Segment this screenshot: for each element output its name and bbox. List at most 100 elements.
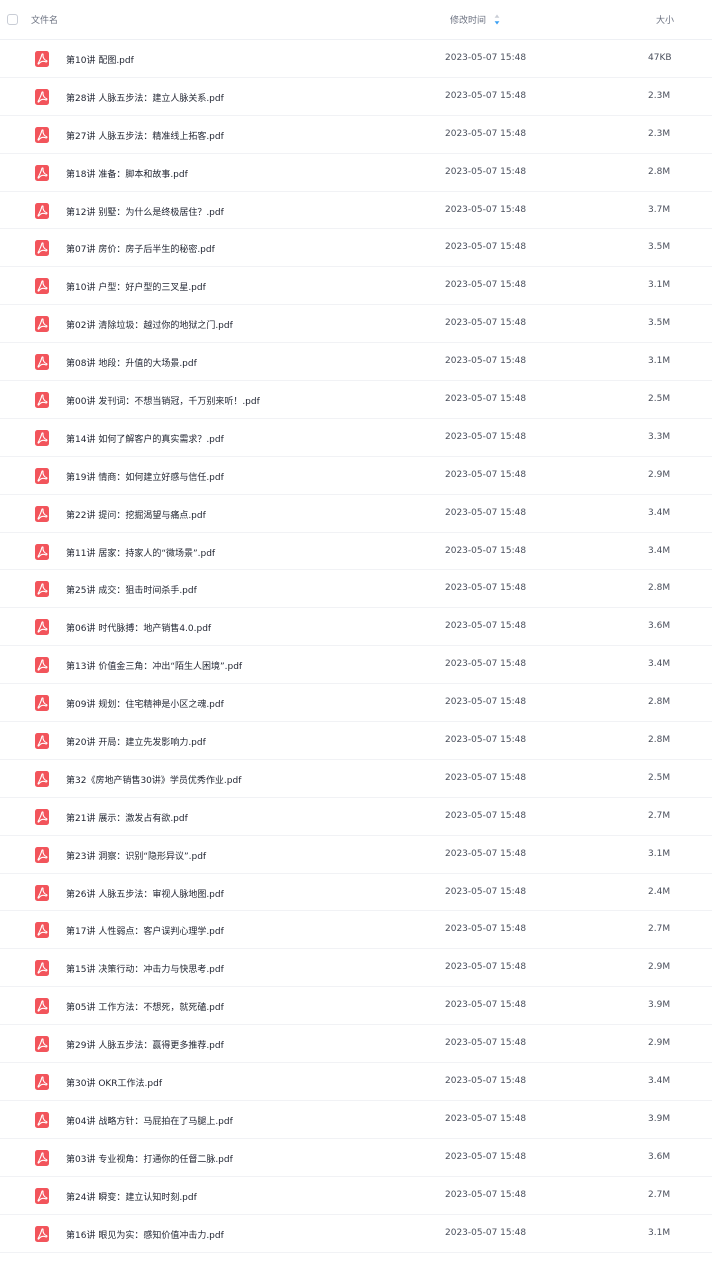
file-row[interactable]: 第04讲 战略方针：马屁拍在了马腿上.pdf 2023-05-07 15:48 …	[0, 1101, 712, 1139]
pdf-icon	[35, 354, 49, 371]
file-modified-time: 2023-05-07 15:48	[445, 90, 527, 101]
file-name[interactable]: 第23讲 洞察：识别“隐形异议”.pdf	[66, 849, 206, 862]
file-name[interactable]: 第07讲 房价：房子后半生的秘密.pdf	[66, 242, 215, 255]
file-name[interactable]: 第21讲 展示：激发占有欲.pdf	[66, 811, 188, 824]
file-row[interactable]: 第26讲 人脉五步法：审视人脉地图.pdf 2023-05-07 15:48 2…	[0, 874, 712, 912]
file-size: 3.3M	[648, 431, 671, 442]
file-row[interactable]: 第09讲 规划：住宅精神是小区之魂.pdf 2023-05-07 15:48 2…	[0, 684, 712, 723]
pdf-icon	[35, 619, 49, 636]
file-row[interactable]: 第08讲 地段：升值的大场景.pdf 2023-05-07 15:48 3.1M	[0, 343, 712, 382]
file-name[interactable]: 第32《房地产销售30讲》学员优秀作业.pdf	[66, 773, 241, 786]
file-row[interactable]: 第29讲 人脉五步法：赢得更多推荐.pdf 2023-05-07 15:48 2…	[0, 1025, 712, 1064]
file-name[interactable]: 第27讲 人脉五步法：精准线上拓客.pdf	[66, 129, 224, 142]
file-modified-time: 2023-05-07 15:48	[445, 204, 527, 215]
file-row[interactable]: 第19讲 情商：如何建立好感与信任.pdf 2023-05-07 15:48 2…	[0, 457, 712, 495]
file-name[interactable]: 第13讲 价值金三角：冲出“陌生人困境”.pdf	[66, 659, 242, 672]
file-name[interactable]: 第12讲 别墅：为什么是终极居住？.pdf	[66, 205, 224, 218]
file-row[interactable]: 第03讲 专业视角：打通你的任督二脉.pdf 2023-05-07 15:48 …	[0, 1139, 712, 1177]
file-name[interactable]: 第10讲 配图.pdf	[66, 53, 134, 66]
file-name[interactable]: 第15讲 决策行动：冲击力与快思考.pdf	[66, 962, 224, 975]
file-name[interactable]: 第20讲 开局：建立先发影响力.pdf	[66, 735, 206, 748]
file-modified-time: 2023-05-07 15:48	[445, 659, 527, 670]
file-row[interactable]: 第17讲 人性弱点：客户误判心理学.pdf 2023-05-07 15:48 2…	[0, 911, 712, 950]
file-row[interactable]: 第21讲 展示：激发占有欲.pdf 2023-05-07 15:48 2.7M	[0, 798, 712, 836]
file-modified-time: 2023-05-07 15:48	[445, 1038, 527, 1049]
pdf-icon	[35, 240, 49, 257]
file-row[interactable]: 第14讲 如何了解客户的真实需求？.pdf 2023-05-07 15:48 3…	[0, 419, 712, 457]
file-modified-time: 2023-05-07 15:48	[445, 166, 527, 177]
select-all-checkbox[interactable]	[7, 14, 18, 25]
file-row[interactable]: 第24讲 瞬变：建立认知时刻.pdf 2023-05-07 15:48 2.7M	[0, 1177, 712, 1215]
file-name[interactable]: 第24讲 瞬变：建立认知时刻.pdf	[66, 1190, 197, 1203]
file-size: 2.3M	[648, 128, 671, 139]
pdf-icon	[35, 846, 49, 863]
file-name[interactable]: 第25讲 成交：狙击时间杀手.pdf	[66, 583, 197, 596]
file-row[interactable]: 第05讲 工作方法：不想死，就死磕.pdf 2023-05-07 15:48 3…	[0, 987, 712, 1026]
file-row[interactable]: 第11讲 居家：持家人的“微场景”.pdf 2023-05-07 15:48 3…	[0, 533, 712, 571]
file-name[interactable]: 第06讲 时代脉搏：地产销售4.0.pdf	[66, 621, 211, 634]
pdf-icon	[35, 770, 49, 787]
pdf-icon	[35, 884, 49, 901]
file-modified-time: 2023-05-07 15:48	[445, 1000, 527, 1011]
file-name[interactable]: 第02讲 清除垃圾：越过你的地狱之门.pdf	[66, 318, 233, 331]
file-name[interactable]: 第05讲 工作方法：不想死，就死磕.pdf	[66, 1000, 224, 1013]
file-name[interactable]: 第14讲 如何了解客户的真实需求？.pdf	[66, 432, 224, 445]
column-header-name[interactable]: 文件名	[31, 13, 58, 26]
file-name[interactable]: 第11讲 居家：持家人的“微场景”.pdf	[66, 546, 215, 559]
file-name[interactable]: 第04讲 战略方针：马屁拍在了马腿上.pdf	[66, 1114, 233, 1127]
file-row[interactable]: 第27讲 人脉五步法：精准线上拓客.pdf 2023-05-07 15:48 2…	[0, 116, 712, 154]
pdf-icon	[35, 1149, 49, 1166]
file-row[interactable]: 第10讲 户型：好户型的三叉星.pdf 2023-05-07 15:48 3.1…	[0, 267, 712, 306]
file-row[interactable]: 第13讲 价值金三角：冲出“陌生人困境”.pdf 2023-05-07 15:4…	[0, 646, 712, 685]
file-name[interactable]: 第29讲 人脉五步法：赢得更多推荐.pdf	[66, 1038, 224, 1051]
file-row[interactable]: 第30讲 OKR工作法.pdf 2023-05-07 15:48 3.4M	[0, 1063, 712, 1101]
file-name[interactable]: 第10讲 户型：好户型的三叉星.pdf	[66, 280, 206, 293]
file-modified-time: 2023-05-07 15:48	[445, 242, 527, 253]
file-name[interactable]: 第26讲 人脉五步法：审视人脉地图.pdf	[66, 887, 224, 900]
file-row[interactable]: 第22讲 提问：挖掘渴望与痛点.pdf 2023-05-07 15:48 3.4…	[0, 495, 712, 533]
file-size: 3.9M	[648, 1113, 671, 1124]
file-row[interactable]: 第16讲 眼见为实：感知价值冲击力.pdf 2023-05-07 15:48 3…	[0, 1215, 712, 1253]
file-name[interactable]: 第22讲 提问：挖掘渴望与痛点.pdf	[66, 508, 206, 521]
file-row[interactable]: 第02讲 清除垃圾：越过你的地狱之门.pdf 2023-05-07 15:48 …	[0, 305, 712, 344]
file-name[interactable]: 第09讲 规划：住宅精神是小区之魂.pdf	[66, 697, 224, 710]
file-size: 2.7M	[648, 924, 671, 935]
file-row[interactable]: 第23讲 洞察：识别“隐形异议”.pdf 2023-05-07 15:48 3.…	[0, 836, 712, 874]
file-row[interactable]: 第18讲 准备：脚本和故事.pdf 2023-05-07 15:48 2.8M	[0, 154, 712, 192]
file-size: 3.5M	[648, 242, 671, 253]
pdf-icon	[35, 657, 49, 674]
file-name[interactable]: 第30讲 OKR工作法.pdf	[66, 1076, 162, 1089]
file-size: 3.6M	[648, 1151, 671, 1162]
file-size: 3.1M	[648, 356, 671, 367]
file-size: 3.4M	[648, 507, 671, 518]
file-modified-time: 2023-05-07 15:48	[445, 583, 527, 594]
pdf-icon	[35, 1187, 49, 1204]
pdf-icon	[35, 922, 49, 939]
file-name[interactable]: 第28讲 人脉五步法：建立人脉关系.pdf	[66, 91, 224, 104]
file-name[interactable]: 第17讲 人性弱点：客户误判心理学.pdf	[66, 924, 224, 937]
file-row[interactable]: 第25讲 成交：狙击时间杀手.pdf 2023-05-07 15:48 2.8M	[0, 570, 712, 609]
file-row[interactable]: 第10讲 配图.pdf 2023-05-07 15:48 47KB	[0, 40, 712, 78]
file-row[interactable]: 第28讲 人脉五步法：建立人脉关系.pdf 2023-05-07 15:48 2…	[0, 78, 712, 116]
file-rows: 第10讲 配图.pdf 2023-05-07 15:48 47KB 第28讲 人…	[0, 40, 712, 1253]
file-name[interactable]: 第19讲 情商：如何建立好感与信任.pdf	[66, 470, 224, 483]
file-modified-time: 2023-05-07 15:48	[445, 810, 527, 821]
sort-desc-icon[interactable]	[494, 14, 500, 25]
file-size: 2.9M	[648, 962, 671, 973]
file-name[interactable]: 第00讲 发刊词：不想当销冠，千万别来听！.pdf	[66, 394, 260, 407]
file-row[interactable]: 第07讲 房价：房子后半生的秘密.pdf 2023-05-07 15:48 3.…	[0, 229, 712, 268]
column-header-size[interactable]: 大小	[656, 13, 674, 26]
column-header-modified-time[interactable]: 修改时间	[450, 13, 486, 26]
file-row[interactable]: 第12讲 别墅：为什么是终极居住？.pdf 2023-05-07 15:48 3…	[0, 192, 712, 230]
file-name[interactable]: 第16讲 眼见为实：感知价值冲击力.pdf	[66, 1228, 224, 1241]
file-row[interactable]: 第20讲 开局：建立先发影响力.pdf 2023-05-07 15:48 2.8…	[0, 722, 712, 760]
pdf-icon	[35, 126, 49, 143]
file-row[interactable]: 第15讲 决策行动：冲击力与快思考.pdf 2023-05-07 15:48 2…	[0, 949, 712, 988]
file-name[interactable]: 第03讲 专业视角：打通你的任督二脉.pdf	[66, 1152, 233, 1165]
file-row[interactable]: 第00讲 发刊词：不想当销冠，千万别来听！.pdf 2023-05-07 15:…	[0, 381, 712, 419]
file-name[interactable]: 第08讲 地段：升值的大场景.pdf	[66, 356, 197, 369]
file-row[interactable]: 第32《房地产销售30讲》学员优秀作业.pdf 2023-05-07 15:48…	[0, 760, 712, 798]
file-name[interactable]: 第18讲 准备：脚本和故事.pdf	[66, 167, 188, 180]
pdf-icon	[35, 1036, 49, 1053]
file-row[interactable]: 第06讲 时代脉搏：地产销售4.0.pdf 2023-05-07 15:48 3…	[0, 608, 712, 647]
